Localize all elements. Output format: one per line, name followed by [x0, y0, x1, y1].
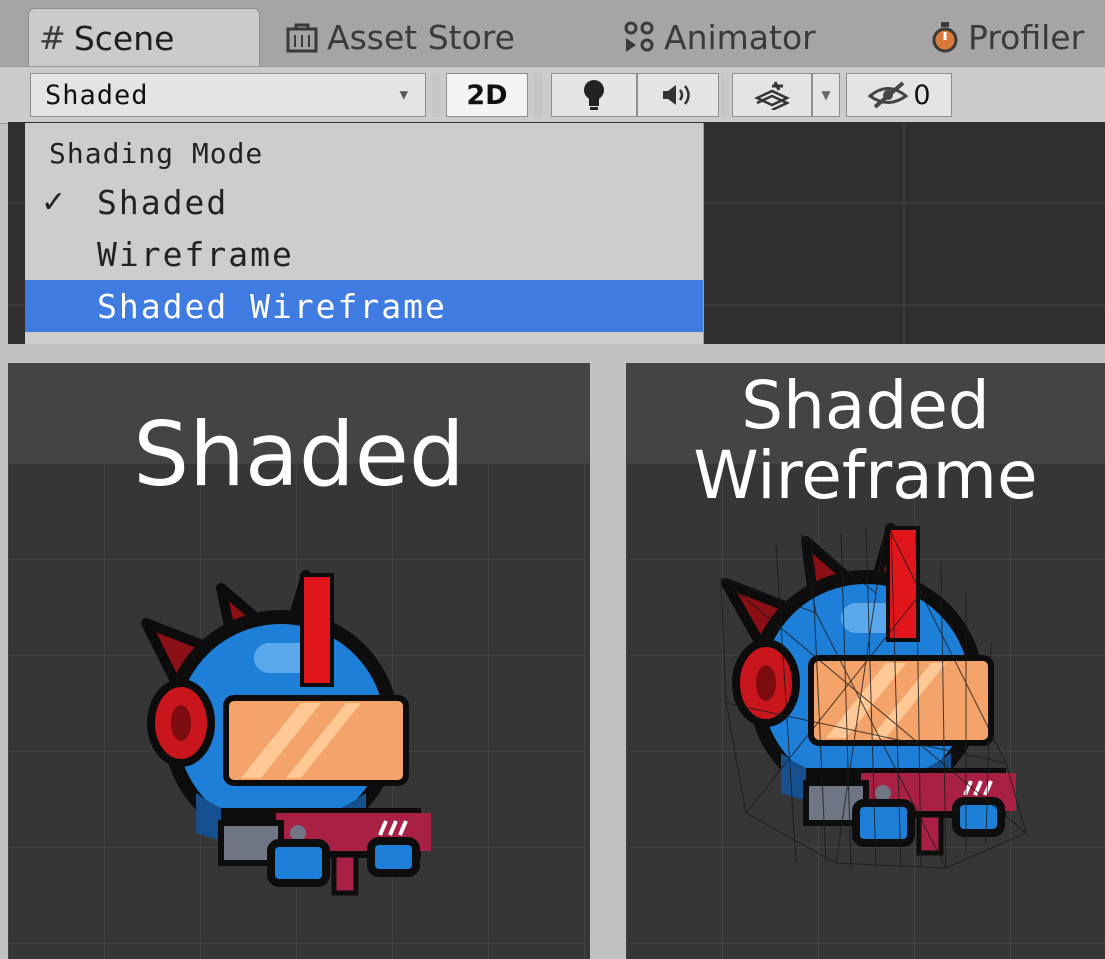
shaded-wireframe-title: Shaded Wireframe [626, 371, 1105, 511]
effects-toggle-button[interactable] [732, 73, 812, 117]
menu-item-wireframe[interactable]: Wireframe [25, 228, 703, 280]
shaded-character-sprite [141, 570, 431, 896]
tab-label: Animator [664, 17, 816, 57]
menu-item-label: Shaded Wireframe [97, 286, 447, 326]
wireframe-character-sprite [720, 523, 1027, 869]
effects-layers-icon [754, 81, 790, 110]
tab-asset-store[interactable]: Asset Store [285, 8, 515, 66]
tab-scene[interactable]: # Scene [28, 8, 260, 67]
tab-profiler[interactable]: Profiler [930, 8, 1084, 66]
lightbulb-icon [584, 80, 604, 110]
title-line: Wireframe [693, 437, 1038, 514]
eye-hidden-icon [867, 81, 909, 109]
stopwatch-icon [932, 22, 958, 53]
grid-line [903, 122, 905, 344]
tab-animator[interactable]: Animator [622, 8, 816, 66]
menu-header: Shading Mode [49, 137, 264, 170]
shaded-wireframe-preview-panel: Shaded Wireframe [626, 363, 1105, 959]
lighting-toggle-button[interactable] [551, 73, 637, 117]
shading-mode-menu: Shading Mode ✓ Shaded Wireframe Shaded W… [25, 123, 704, 344]
shading-mode-value: Shaded [45, 79, 149, 111]
hidden-objects-button[interactable]: 0 [846, 73, 952, 117]
tab-label: Profiler [968, 17, 1085, 57]
menu-item-label: Shaded [97, 182, 229, 222]
scene-toolbar: Shaded ▼ 2D ▼ 0 [0, 66, 1105, 124]
menu-item-shaded-wireframe[interactable]: Shaded Wireframe [25, 280, 703, 332]
toolbar-separator [432, 73, 440, 117]
hidden-objects-count: 0 [913, 79, 931, 111]
title-line: Shaded [741, 367, 990, 444]
grid-icon: # [39, 19, 66, 57]
checkmark-icon: ✓ [41, 184, 69, 220]
speaker-icon [663, 85, 690, 105]
dropdown-arrow-icon: ▼ [399, 87, 409, 103]
2d-toggle-button[interactable]: 2D [446, 73, 528, 117]
menu-item-label: Wireframe [97, 234, 294, 274]
shaded-preview-panel: Shaded [8, 363, 590, 959]
2d-label: 2D [466, 79, 508, 111]
tab-bar: # Scene Asset Store Animator Profiler [0, 0, 1105, 67]
effects-dropdown-button[interactable]: ▼ [812, 73, 840, 117]
toolbar-separator [534, 73, 542, 117]
animator-icon [624, 21, 654, 52]
menu-item-shaded[interactable]: ✓ Shaded [25, 176, 703, 228]
tab-label: Scene [73, 18, 175, 58]
dropdown-arrow-icon: ▼ [821, 88, 831, 102]
tab-label: Asset Store [327, 17, 515, 57]
shading-mode-dropdown[interactable]: Shaded ▼ [30, 73, 426, 117]
bag-icon [286, 23, 318, 53]
audio-toggle-button[interactable] [637, 73, 719, 117]
toolbar-separator [721, 73, 729, 117]
shaded-title: Shaded [133, 403, 465, 506]
scene-editor-panel: # Scene Asset Store Animator Profiler Sh… [0, 0, 1105, 344]
